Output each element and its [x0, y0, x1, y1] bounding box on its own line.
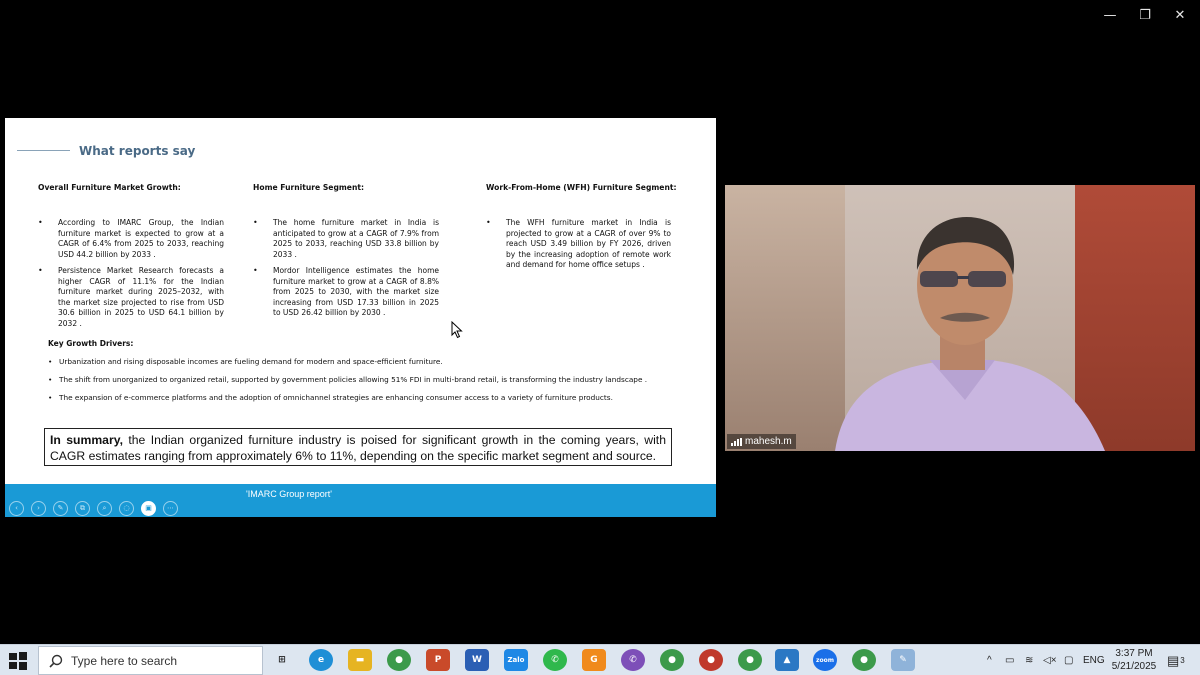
- shared-slide: What reports say Overall Furniture Marke…: [5, 118, 716, 517]
- pen-icon[interactable]: ✎: [53, 501, 68, 516]
- camera-icon[interactable]: ▣: [141, 501, 156, 516]
- notification-count: 3: [1180, 656, 1185, 665]
- summary-box: In summary, the Indian organized furnitu…: [44, 428, 672, 466]
- edge-icon[interactable]: e: [309, 649, 333, 671]
- list-item: Urbanization and rising disposable incom…: [48, 357, 698, 366]
- column-wfh-furniture: Work-From-Home (WFH) Furniture Segment: …: [486, 183, 677, 277]
- zoom-icon[interactable]: ⌕: [97, 501, 112, 516]
- app-orange-icon[interactable]: G: [582, 649, 606, 671]
- wifi-icon[interactable]: ≋: [1025, 645, 1033, 675]
- desktop-screen: — ❐ ✕ What reports say Overall Furniture…: [0, 0, 1200, 675]
- list-item: Mordor Intelligence estimates the home f…: [253, 266, 439, 319]
- column-heading: Work-From-Home (WFH) Furniture Segment:: [486, 183, 677, 192]
- windows-taskbar: Type here to search ⊞ e ▬ ● P W Zalo ✆ G…: [0, 644, 1200, 675]
- search-icon: [49, 654, 63, 668]
- whatsapp-icon[interactable]: ✆: [543, 649, 567, 671]
- summary-text: the Indian organized furniture industry …: [50, 433, 666, 463]
- show-hidden-icons-chevron-icon[interactable]: ^: [987, 645, 992, 675]
- taskbar-search-box[interactable]: Type here to search: [38, 646, 263, 675]
- chrome-profile-2-icon[interactable]: ●: [699, 649, 723, 671]
- participant-name: mahesh.m: [745, 436, 792, 447]
- file-explorer-icon[interactable]: ▬: [348, 649, 372, 671]
- powerpoint-icon[interactable]: P: [426, 649, 450, 671]
- column-overall-market: Overall Furniture Market Growth: Accordi…: [38, 183, 224, 335]
- zoom-icon[interactable]: zoom: [813, 649, 837, 671]
- zalo-icon[interactable]: Zalo: [504, 649, 528, 671]
- chrome-profile-1-icon[interactable]: ●: [660, 649, 684, 671]
- language-indicator[interactable]: ENG: [1083, 645, 1105, 675]
- participant-avatar: [835, 217, 1105, 451]
- participant-name-tag: mahesh.m: [727, 434, 796, 449]
- column-heading: Home Furniture Segment:: [253, 183, 365, 192]
- slide-footer-bar: 'IMARC Group report' ‹ › ✎ ⧉ ⌕ ◌ ▣ ⋯: [5, 484, 716, 517]
- growth-drivers: Key Growth Drivers: Urbanization and ris…: [48, 339, 698, 411]
- chrome-icon[interactable]: ●: [387, 649, 411, 671]
- slides-grid-icon[interactable]: ⧉: [75, 501, 90, 516]
- list-item: The home furniture market in India is an…: [253, 218, 439, 260]
- word-icon[interactable]: W: [465, 649, 489, 671]
- chrome-profile-4-icon[interactable]: ●: [852, 649, 876, 671]
- slide-title: What reports say: [79, 144, 196, 158]
- more-options-icon[interactable]: ⋯: [163, 501, 178, 516]
- viber-icon[interactable]: ✆: [621, 649, 645, 671]
- photos-icon[interactable]: ▲: [775, 649, 799, 671]
- meet-now-icon[interactable]: ▢: [1064, 645, 1073, 675]
- windows-start-icon[interactable]: [8, 651, 28, 671]
- paint-icon[interactable]: ✎: [891, 649, 915, 671]
- previous-slide-icon[interactable]: ‹: [9, 501, 24, 516]
- minimize-button[interactable]: —: [1100, 6, 1120, 26]
- volume-muted-icon[interactable]: ◁×: [1043, 645, 1057, 675]
- mouse-cursor-icon: [451, 321, 463, 339]
- list-item: The expansion of e-commerce platforms an…: [48, 393, 698, 402]
- list-item: The WFH furniture market in India is pro…: [486, 218, 671, 271]
- drivers-heading: Key Growth Drivers:: [48, 339, 134, 348]
- close-button[interactable]: ✕: [1170, 6, 1190, 26]
- list-item: Persistence Market Research forecasts a …: [38, 266, 224, 329]
- restore-button[interactable]: ❐: [1135, 6, 1155, 26]
- participant-video-tile[interactable]: mahesh.m: [725, 185, 1195, 451]
- list-item: The shift from unorganized to organized …: [48, 375, 698, 384]
- subtitles-icon[interactable]: ◌: [119, 501, 134, 516]
- clock-time: 3:37 PM: [1115, 648, 1153, 659]
- slide-caption: 'IMARC Group report': [246, 489, 332, 499]
- presentation-controls: ‹ › ✎ ⧉ ⌕ ◌ ▣ ⋯: [9, 501, 178, 516]
- task-view-icon[interactable]: ⊞: [270, 649, 294, 671]
- battery-icon[interactable]: ▭: [1005, 645, 1014, 675]
- summary-lead: In summary,: [50, 433, 123, 447]
- notifications-icon[interactable]: ▤ 3: [1167, 645, 1185, 675]
- list-item: According to IMARC Group, the Indian fur…: [38, 218, 224, 260]
- chrome-profile-3-icon[interactable]: ●: [738, 649, 762, 671]
- clock-date: 5/21/2025: [1111, 661, 1157, 672]
- column-heading: Overall Furniture Market Growth:: [38, 183, 181, 192]
- title-divider: [17, 150, 70, 151]
- column-home-furniture: Home Furniture Segment: The home furnitu…: [253, 183, 439, 325]
- next-slide-icon[interactable]: ›: [31, 501, 46, 516]
- search-placeholder: Type here to search: [71, 653, 178, 668]
- connection-signal-icon: [731, 437, 742, 446]
- system-clock[interactable]: 3:37 PM 5/21/2025: [1108, 647, 1160, 673]
